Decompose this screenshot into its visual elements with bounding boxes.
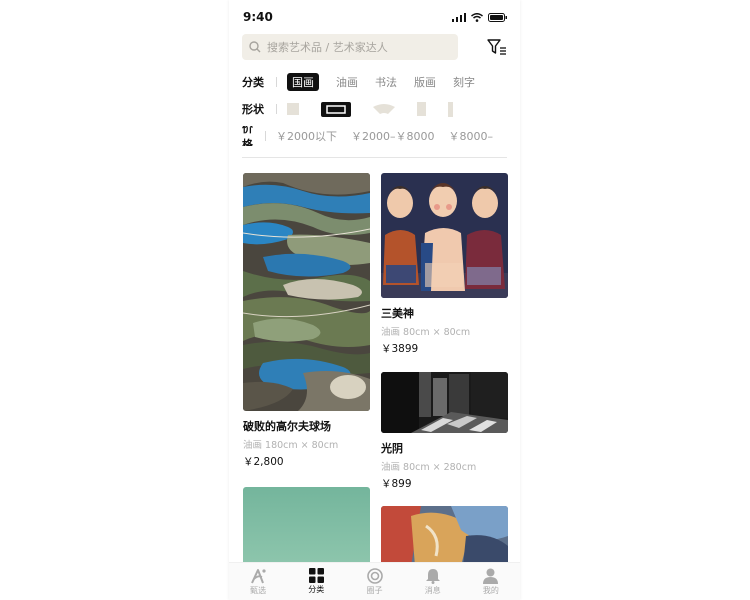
shape-label: 形状 <box>242 103 264 116</box>
divider <box>242 157 507 158</box>
artwork-card-green[interactable] <box>243 487 370 567</box>
price-option-2000-8000[interactable]: ￥2000–￥8000 <box>351 128 435 144</box>
category-grid-icon <box>308 568 324 583</box>
status-icons <box>452 11 508 23</box>
artwork-image-colourful <box>381 506 508 566</box>
category-option-youhua[interactable]: 油画 <box>336 74 358 90</box>
artwork-title: 破败的高尔夫球场 <box>243 420 331 433</box>
category-option-shufa[interactable]: 书法 <box>375 74 397 90</box>
artwork-image[interactable] <box>381 506 508 566</box>
artwork-card-time[interactable]: 光阴 油画 80cm × 280cm ￥899 <box>381 372 508 491</box>
tab-bar: 甄选 分类 圈子 消息 我的 <box>229 562 520 600</box>
pen-logo-icon <box>251 569 266 584</box>
search-row <box>242 34 507 62</box>
artwork-price: ￥2,800 <box>243 456 284 468</box>
shape-option-fan[interactable] <box>373 104 395 114</box>
person-icon <box>483 568 499 584</box>
bell-icon <box>425 569 440 584</box>
artwork-price: ￥3899 <box>381 343 419 355</box>
shape-option-landscape[interactable] <box>321 101 351 117</box>
fan-icon <box>373 104 395 114</box>
divider <box>276 104 277 114</box>
artwork-meta: 油画 80cm × 280cm <box>381 462 477 473</box>
tab-label: 甄选 <box>250 586 267 595</box>
divider <box>265 131 266 141</box>
artwork-image[interactable] <box>381 372 508 433</box>
artwork-image[interactable] <box>243 173 370 411</box>
tab-jingxuan[interactable]: 甄选 <box>229 563 287 600</box>
artwork-image-green <box>243 487 370 567</box>
price-filter-row: 价格 ￥2000以下 ￥2000–￥8000 ￥8000– <box>242 126 507 146</box>
shape-option-vertical[interactable] <box>448 101 453 117</box>
artwork-image-three-graces <box>381 173 508 298</box>
tab-label: 消息 <box>424 586 441 595</box>
artwork-image-time <box>381 372 508 433</box>
wifi-icon <box>471 12 483 22</box>
vertical-strip-icon <box>448 101 453 117</box>
artwork-meta: 油画 80cm × 80cm <box>381 327 471 338</box>
category-filter-row: 分类 国画 油画 书法 版画 刻字 <box>242 72 507 92</box>
category-option-banhua[interactable]: 版画 <box>414 74 436 90</box>
category-option-kezi[interactable]: 刻字 <box>453 74 475 90</box>
divider <box>276 77 277 87</box>
phone-screen: 9:40 搜索艺术品 / 艺术家达人 分类 国画 油画 书法 版画 刻字 形状 … <box>229 0 520 600</box>
square-icon <box>287 103 299 115</box>
tab-label: 圈子 <box>366 586 383 595</box>
landscape-icon <box>321 101 351 117</box>
search-input[interactable] <box>265 39 449 55</box>
status-time: 9:40 <box>243 10 273 24</box>
artwork-price: ￥899 <box>381 478 412 490</box>
artwork-meta: 油画 180cm × 80cm <box>243 440 339 451</box>
battery-icon <box>488 12 507 22</box>
artwork-image-golf-course <box>243 173 370 411</box>
price-option-over-8000[interactable]: ￥8000– <box>449 128 494 144</box>
tab-label: 分类 <box>308 585 325 594</box>
tab-wode[interactable]: 我的 <box>462 563 520 600</box>
artwork-title: 三美神 <box>381 307 414 320</box>
price-option-under-2000[interactable]: ￥2000以下 <box>276 128 337 144</box>
shape-option-square[interactable] <box>287 103 299 115</box>
tab-quanzi[interactable]: 圈子 <box>345 563 403 600</box>
tab-fenlei[interactable]: 分类 <box>287 563 345 600</box>
search-box[interactable] <box>242 34 458 60</box>
artwork-card-golf-course[interactable]: 破败的高尔夫球场 油画 180cm × 80cm ￥2,800 <box>243 173 370 469</box>
circle-target-icon <box>366 568 383 584</box>
signal-icon <box>452 12 466 22</box>
portrait-icon <box>417 102 426 116</box>
tab-label: 我的 <box>482 586 499 595</box>
artwork-card-colourful[interactable] <box>381 506 508 566</box>
shape-filter-row: 形状 <box>242 99 507 119</box>
shape-option-portrait[interactable] <box>417 102 426 116</box>
artwork-card-three-graces[interactable]: 三美神 油画 80cm × 80cm ￥3899 <box>381 173 508 356</box>
price-label: 价格 <box>242 126 253 146</box>
search-icon <box>249 41 261 53</box>
artwork-title: 光阴 <box>381 442 403 455</box>
category-label: 分类 <box>242 76 264 89</box>
filter-icon[interactable] <box>487 38 507 56</box>
tab-xiaoxi[interactable]: 消息 <box>404 563 462 600</box>
artwork-image[interactable] <box>381 173 508 298</box>
category-option-guohua[interactable]: 国画 <box>287 73 319 91</box>
status-bar: 9:40 <box>229 0 520 34</box>
artwork-image[interactable] <box>243 487 370 567</box>
